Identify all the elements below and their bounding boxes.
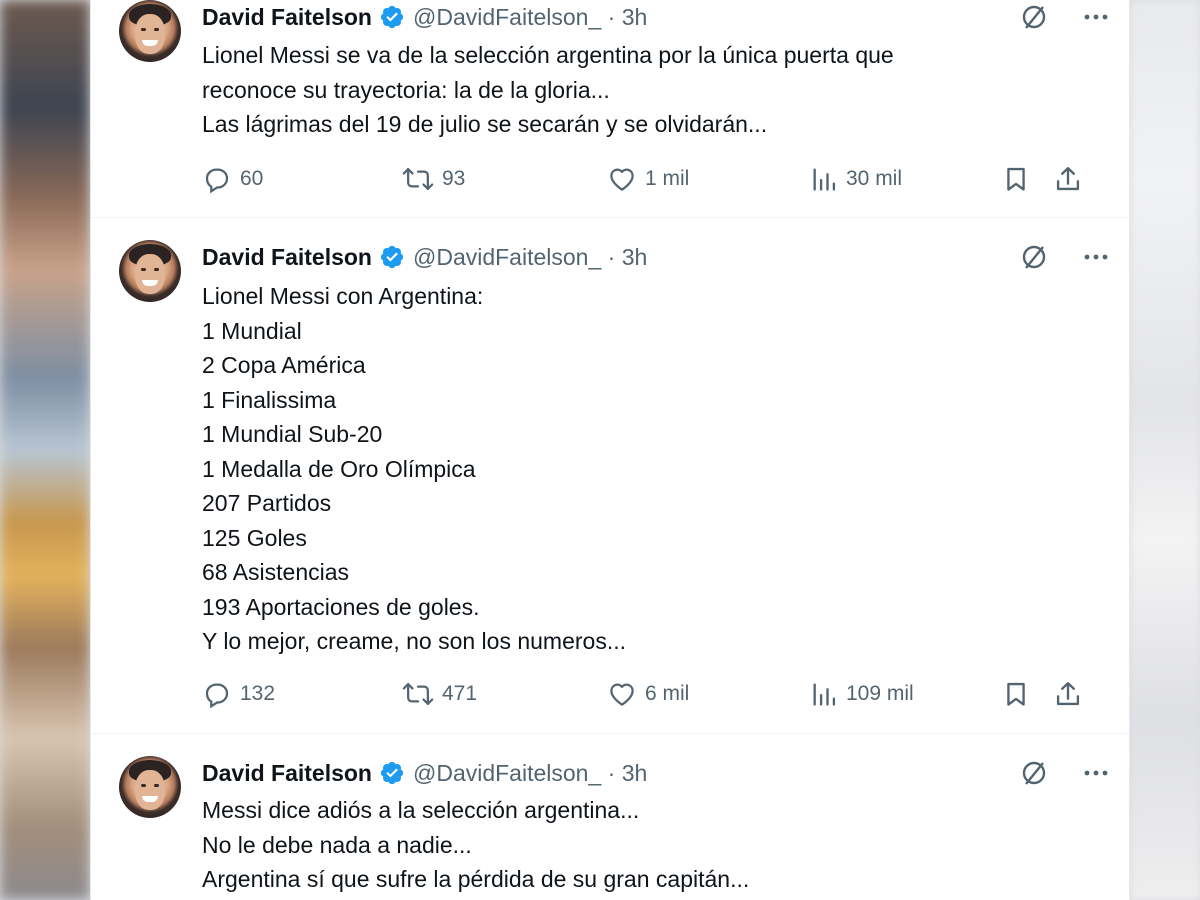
- tweet-line: 68 Asistencias: [202, 559, 350, 585]
- verified-badge-icon: [379, 4, 405, 30]
- tweet-line: Y lo mejor, creame, no son los numeros..…: [202, 628, 626, 654]
- tweet-line: reconoce su trayectoria: la de la gloria…: [202, 76, 610, 103]
- avatar[interactable]: [119, 240, 181, 302]
- share-button[interactable]: [1054, 679, 1090, 709]
- reply-count: 60: [240, 167, 264, 190]
- like-button[interactable]: 1 mil: [607, 164, 689, 194]
- tweet-line: Messi dice adiós a la selección argentin…: [202, 797, 640, 823]
- author-name[interactable]: David Faitelson: [202, 760, 372, 787]
- heart-icon: [610, 683, 634, 706]
- tweet-line: Lionel Messi con Argentina:: [202, 283, 484, 309]
- tweet-line: 2 Copa América: [202, 352, 366, 378]
- share-icon: [1056, 682, 1080, 706]
- reply-button[interactable]: 60: [202, 164, 263, 194]
- bookmark-button[interactable]: [1002, 679, 1038, 709]
- tweet-text: Lionel Messi se va de la selección argen…: [202, 38, 1082, 142]
- bookmark-icon: [1007, 682, 1025, 706]
- author-name[interactable]: David Faitelson: [202, 244, 372, 271]
- avatar[interactable]: [119, 756, 181, 818]
- tweet-line: Argentina sí que sufre la pérdida de su …: [202, 866, 750, 892]
- more-dots-icon[interactable]: [1081, 243, 1111, 271]
- like-count: 1 mil: [645, 167, 690, 190]
- share-button[interactable]: [1054, 164, 1090, 194]
- slashed-circle-icon[interactable]: [1019, 758, 1049, 788]
- more-dots-icon[interactable]: [1081, 3, 1111, 31]
- like-count: 6 mil: [645, 682, 690, 705]
- action-bar: 60 93 1 mil 30 mil: [202, 164, 1102, 194]
- tweet-line: 1 Finalissima: [202, 386, 337, 413]
- retweet-button[interactable]: 471: [402, 679, 477, 709]
- slashed-circle-icon[interactable]: [1019, 242, 1049, 272]
- views-button[interactable]: 30 mil: [810, 164, 902, 194]
- retweet-count: 471: [442, 682, 478, 705]
- verified-badge-icon: [379, 760, 405, 786]
- verified-badge-icon: [379, 244, 405, 270]
- handle-and-time[interactable]: @DavidFaitelson_ · 3h: [413, 4, 647, 31]
- slashed-circle-icon[interactable]: [1019, 2, 1049, 32]
- tweet[interactable]: David Faitelson @DavidFaitelson_ · 3h Li…: [91, 218, 1129, 734]
- handle-and-time[interactable]: @DavidFaitelson_ · 3h: [413, 244, 647, 271]
- more-dots-icon[interactable]: [1081, 759, 1111, 787]
- author-name[interactable]: David Faitelson: [202, 4, 372, 31]
- retweet-icon: [402, 683, 434, 705]
- bookmark-button[interactable]: [1002, 164, 1038, 194]
- retweet-icon: [402, 168, 434, 190]
- tweet-line: 1 Medalla de Oro Olímpica: [202, 455, 476, 482]
- reply-button[interactable]: 132: [202, 679, 275, 709]
- reply-count: 132: [240, 682, 276, 705]
- tweet-line: 125 Goles: [202, 524, 307, 551]
- tweet-line: No le debe nada a nadie...: [202, 831, 472, 858]
- retweet-button[interactable]: 93: [402, 164, 465, 194]
- tweet-line: Lionel Messi se va de la selección argen…: [202, 42, 894, 68]
- handle-and-time[interactable]: @DavidFaitelson_ · 3h: [413, 760, 647, 787]
- views-button[interactable]: 109 mil: [810, 679, 914, 709]
- like-button[interactable]: 6 mil: [607, 679, 689, 709]
- tweet-text: Lionel Messi con Argentina: 1 Mundial 2 …: [202, 279, 1082, 659]
- tweet-line: 207 Partidos: [202, 490, 332, 516]
- tweet[interactable]: David Faitelson @DavidFaitelson_ · 3h Li…: [91, 0, 1129, 218]
- bookmark-icon: [1007, 167, 1025, 191]
- retweet-count: 93: [442, 167, 466, 190]
- tweet-feed: David Faitelson @DavidFaitelson_ · 3h Li…: [90, 0, 1130, 900]
- tweet-line: Las lágrimas del 19 de julio se secarán …: [202, 111, 768, 137]
- tweet-line: 193 Aportaciones de goles.: [202, 593, 480, 620]
- action-bar: 132 471 6 mil 109 mil: [202, 679, 1102, 709]
- reply-bubble-icon: [205, 683, 229, 709]
- blurred-background-right: [1130, 0, 1200, 900]
- avatar[interactable]: [119, 0, 181, 62]
- tweet-text: Messi dice adiós a la selección argentin…: [202, 793, 1082, 897]
- tweet-line: 1 Mundial Sub-20: [202, 421, 383, 447]
- views-count: 30 mil: [846, 167, 903, 190]
- views-chart-icon: [813, 168, 836, 191]
- tweet[interactable]: David Faitelson @DavidFaitelson_ · 3h Me…: [91, 734, 1129, 900]
- reply-bubble-icon: [205, 168, 229, 194]
- views-chart-icon: [813, 683, 836, 706]
- heart-icon: [610, 168, 634, 191]
- share-icon: [1056, 167, 1080, 191]
- tweet-line: 1 Mundial: [202, 317, 302, 344]
- blurred-background-left: [0, 0, 90, 900]
- views-count: 109 mil: [846, 682, 914, 705]
